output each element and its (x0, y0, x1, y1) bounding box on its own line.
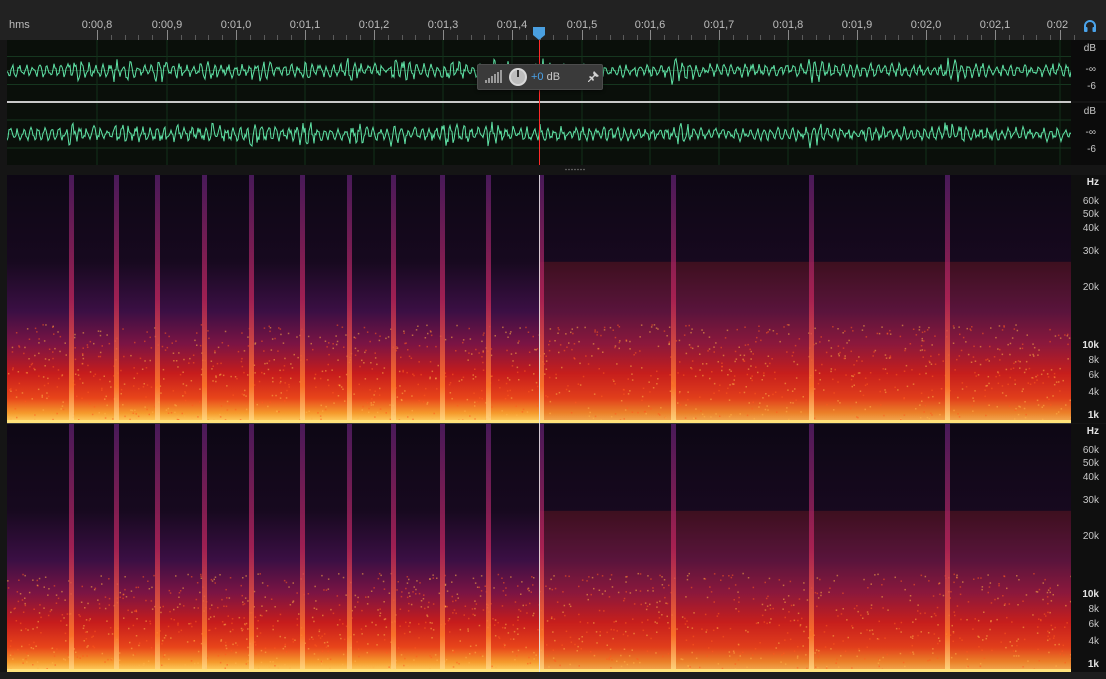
frequency-label: 10k (1082, 340, 1099, 351)
playhead-line[interactable] (539, 40, 540, 165)
transient-streak (486, 175, 491, 423)
frequency-label: 8k (1088, 355, 1099, 366)
view-splitter[interactable] (0, 165, 1106, 174)
playhead-line-spectral (539, 175, 540, 672)
ruler-tick-major (788, 30, 789, 40)
transient-streak (69, 175, 74, 423)
ruler-tick-label: 0:02 (1046, 19, 1069, 31)
transient-streak (440, 175, 445, 423)
transient-streak (347, 424, 352, 672)
ruler-tick-major (719, 30, 720, 40)
frequency-label: 6k (1088, 370, 1099, 381)
frequency-label: 10k (1082, 589, 1099, 600)
transient-streak (114, 424, 119, 672)
minus-infinity-label: -∞ (1085, 127, 1096, 138)
transient-streak (249, 424, 254, 672)
ruler-tick-major (582, 30, 583, 40)
frequency-label: Hz (1086, 177, 1099, 188)
transient-streak (671, 424, 676, 672)
minus-6-label: -6 (1087, 144, 1096, 155)
frequency-label: 40k (1082, 223, 1099, 234)
gain-knob-icon[interactable] (508, 67, 528, 87)
ruler-tick-major (236, 30, 237, 40)
transient-streak (114, 175, 119, 423)
audio-editor: hms 0:00,8 0:00,9 0:01,0 0:01,1 0:01,2 0:01,3… (0, 0, 1106, 679)
minus-infinity-label: -∞ (1085, 64, 1096, 75)
frequency-scale-1: Hz 60k 50k 40k 30k 20k 10k 8k 6k 4k 1k (1071, 175, 1106, 423)
gain-value[interactable]: +0 dB (531, 71, 560, 83)
waveform-scale-1: dB -∞ -6 (1071, 40, 1106, 101)
transient-streak (300, 424, 305, 672)
frequency-label: 4k (1088, 636, 1099, 647)
frequency-label: Hz (1086, 426, 1099, 437)
transient-streak (945, 424, 950, 672)
frequency-label: 6k (1088, 619, 1099, 630)
frequency-label: 40k (1082, 472, 1099, 483)
ruler-tick-major (650, 30, 651, 40)
transient-streak (155, 175, 160, 423)
transient-streak (69, 424, 74, 672)
ruler-unit: hms (9, 19, 30, 31)
frequency-label: 30k (1082, 495, 1099, 506)
transient-streak (202, 175, 207, 423)
frequency-scale-2: Hz 60k 50k 40k 30k 20k 10k 8k 6k 4k 1k (1071, 424, 1106, 672)
scrollbar-track[interactable] (0, 672, 1106, 679)
frequency-label: 50k (1082, 458, 1099, 469)
frequency-label: 20k (1082, 531, 1099, 542)
transient-streak (300, 175, 305, 423)
waveform-scale-2: dB -∞ -6 (1071, 103, 1106, 165)
gain-number: +0 (531, 71, 544, 83)
frequency-label: 50k (1082, 209, 1099, 220)
ruler-tick-major (512, 30, 513, 40)
level-meter-icon (485, 70, 502, 83)
transient-streak (440, 424, 445, 672)
transient-streak (486, 424, 491, 672)
headphones-icon[interactable] (1082, 18, 1098, 34)
frequency-label: 20k (1082, 282, 1099, 293)
transient-streak (391, 175, 396, 423)
frequency-label: 4k (1088, 387, 1099, 398)
frequency-label: 30k (1082, 246, 1099, 257)
ruler-tick-major (857, 30, 858, 40)
gain-hud[interactable]: +0 dB (477, 64, 603, 90)
transient-streak (249, 175, 254, 423)
db-label: dB (1083, 43, 1096, 54)
splitter-grip-icon[interactable] (564, 168, 586, 171)
frequency-label: 8k (1088, 604, 1099, 615)
ruler-tick-major (995, 30, 996, 40)
db-label: dB (1083, 106, 1096, 117)
transient-streak (155, 424, 160, 672)
playhead-marker-icon[interactable] (532, 27, 546, 40)
ruler-tick-major (443, 30, 444, 40)
transient-streak (809, 424, 814, 672)
ruler-tick-major (97, 30, 98, 40)
ruler-tick-major (305, 30, 306, 40)
ruler-tick-major (926, 30, 927, 40)
ruler-tick-major (167, 30, 168, 40)
pin-icon[interactable] (588, 71, 599, 82)
ruler-tick-major (374, 30, 375, 40)
frequency-label: 1k (1087, 659, 1099, 670)
ruler-tick-major (1060, 30, 1061, 40)
transient-streak (809, 175, 814, 423)
transient-streak (391, 424, 396, 672)
frequency-label: 60k (1082, 196, 1099, 207)
frequency-label: 60k (1082, 445, 1099, 456)
transient-streak (671, 175, 676, 423)
minus-6-label: -6 (1087, 81, 1096, 92)
frequency-label: 1k (1087, 410, 1099, 421)
transient-streak (945, 175, 950, 423)
timeline-ruler[interactable]: hms 0:00,8 0:00,9 0:01,0 0:01,1 0:01,2 0:01,3… (0, 0, 1106, 40)
gain-unit: dB (546, 71, 561, 83)
transient-streak (202, 424, 207, 672)
transient-streak (347, 175, 352, 423)
